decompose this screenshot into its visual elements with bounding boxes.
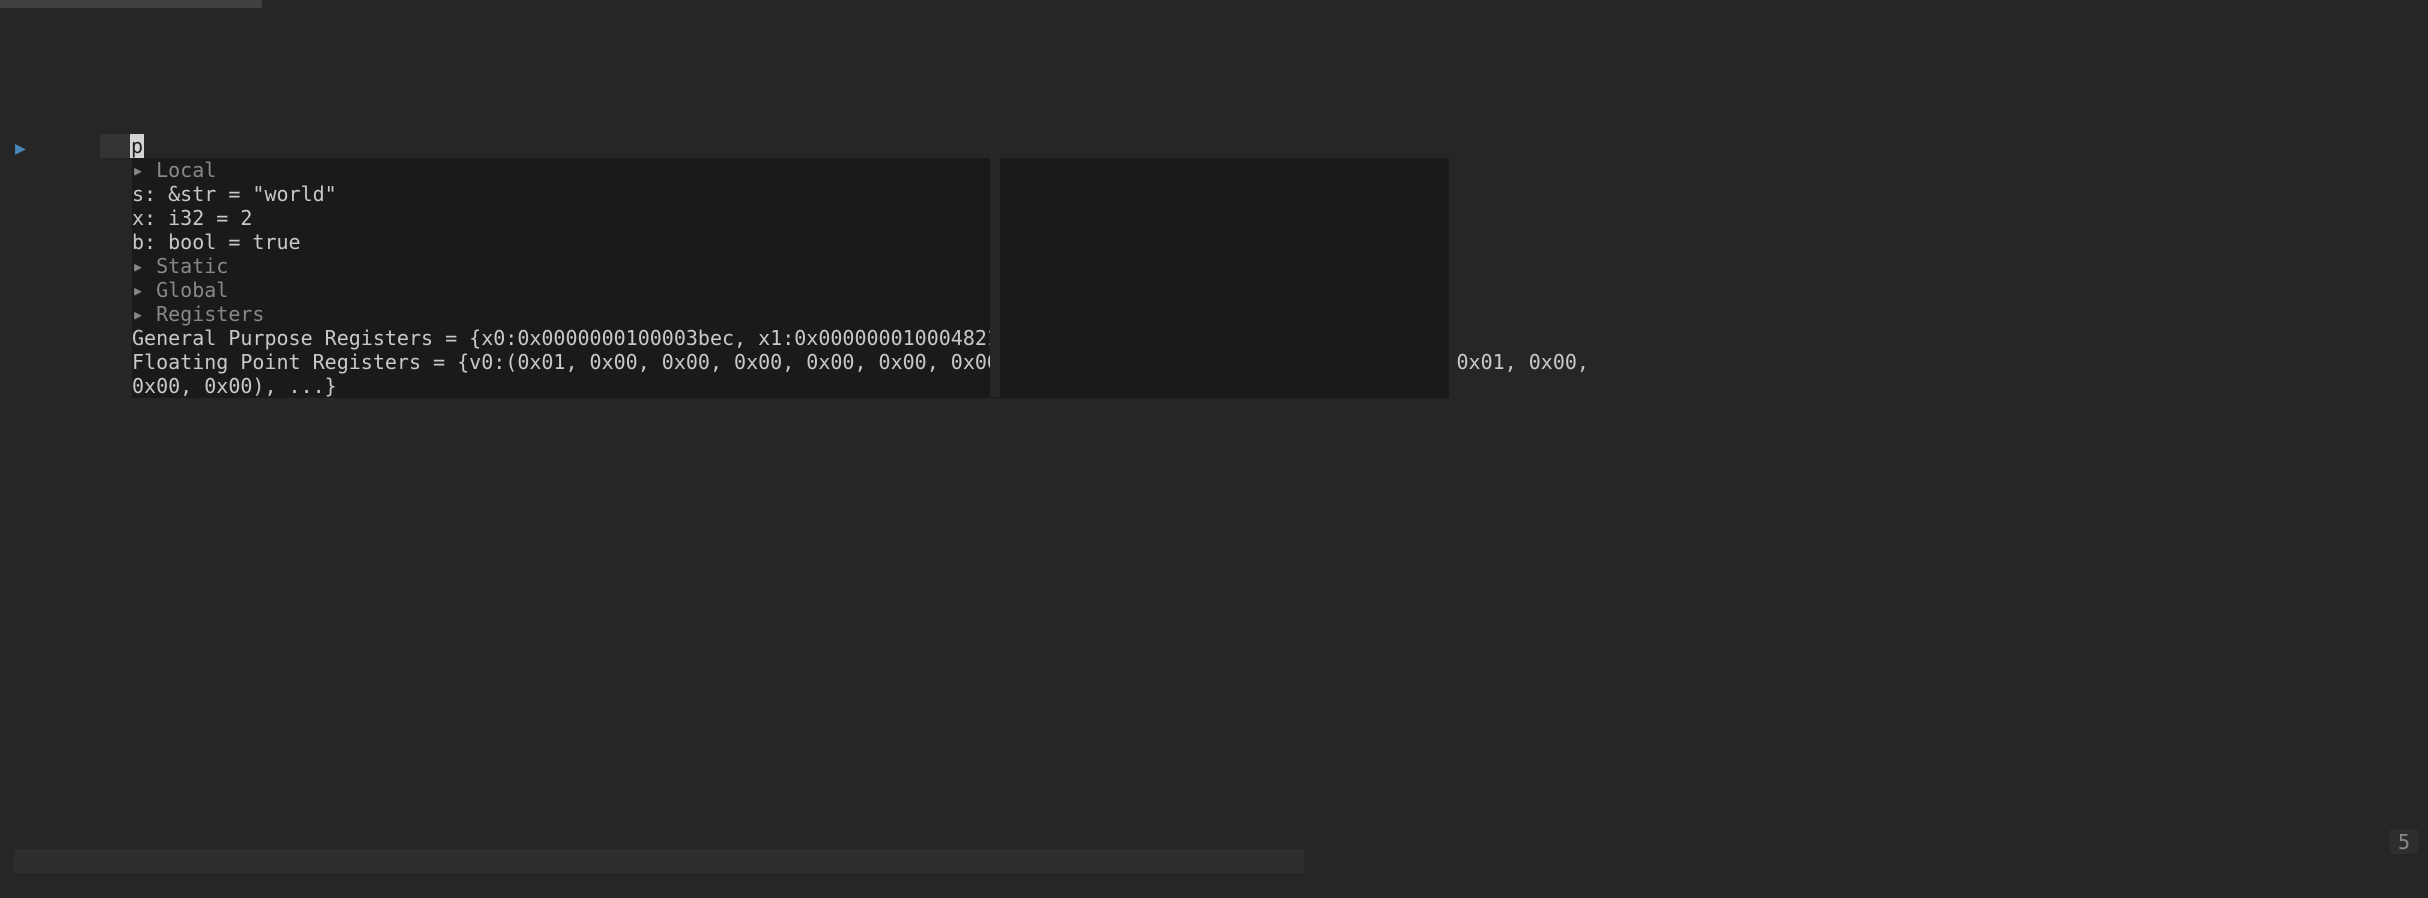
- tree-global-label: Global: [144, 278, 228, 302]
- chevron-right-icon: ▸: [132, 302, 144, 326]
- tree-registers-label: Registers: [144, 302, 264, 326]
- chevron-right-icon: ▸: [132, 254, 144, 278]
- tree-static-label: Static: [144, 254, 228, 278]
- chevron-right-icon: ▸: [132, 158, 144, 182]
- secondary-panel: [1000, 158, 1449, 397]
- content-area: p: [100, 134, 144, 158]
- prompt-line[interactable]: p: [100, 134, 144, 158]
- status-number: 5: [2390, 830, 2418, 854]
- prompt-highlight: [100, 134, 130, 158]
- tree-local-label: Local: [144, 158, 216, 182]
- gutter: ▶: [0, 0, 35, 898]
- chevron-right-icon: ▸: [132, 278, 144, 302]
- cursor-input[interactable]: p: [130, 134, 144, 158]
- horizontal-scrollbar[interactable]: [14, 849, 1304, 873]
- tab-indicator: [0, 0, 262, 8]
- execution-arrow-icon: ▶: [15, 138, 26, 160]
- panel-divider: [990, 158, 1000, 397]
